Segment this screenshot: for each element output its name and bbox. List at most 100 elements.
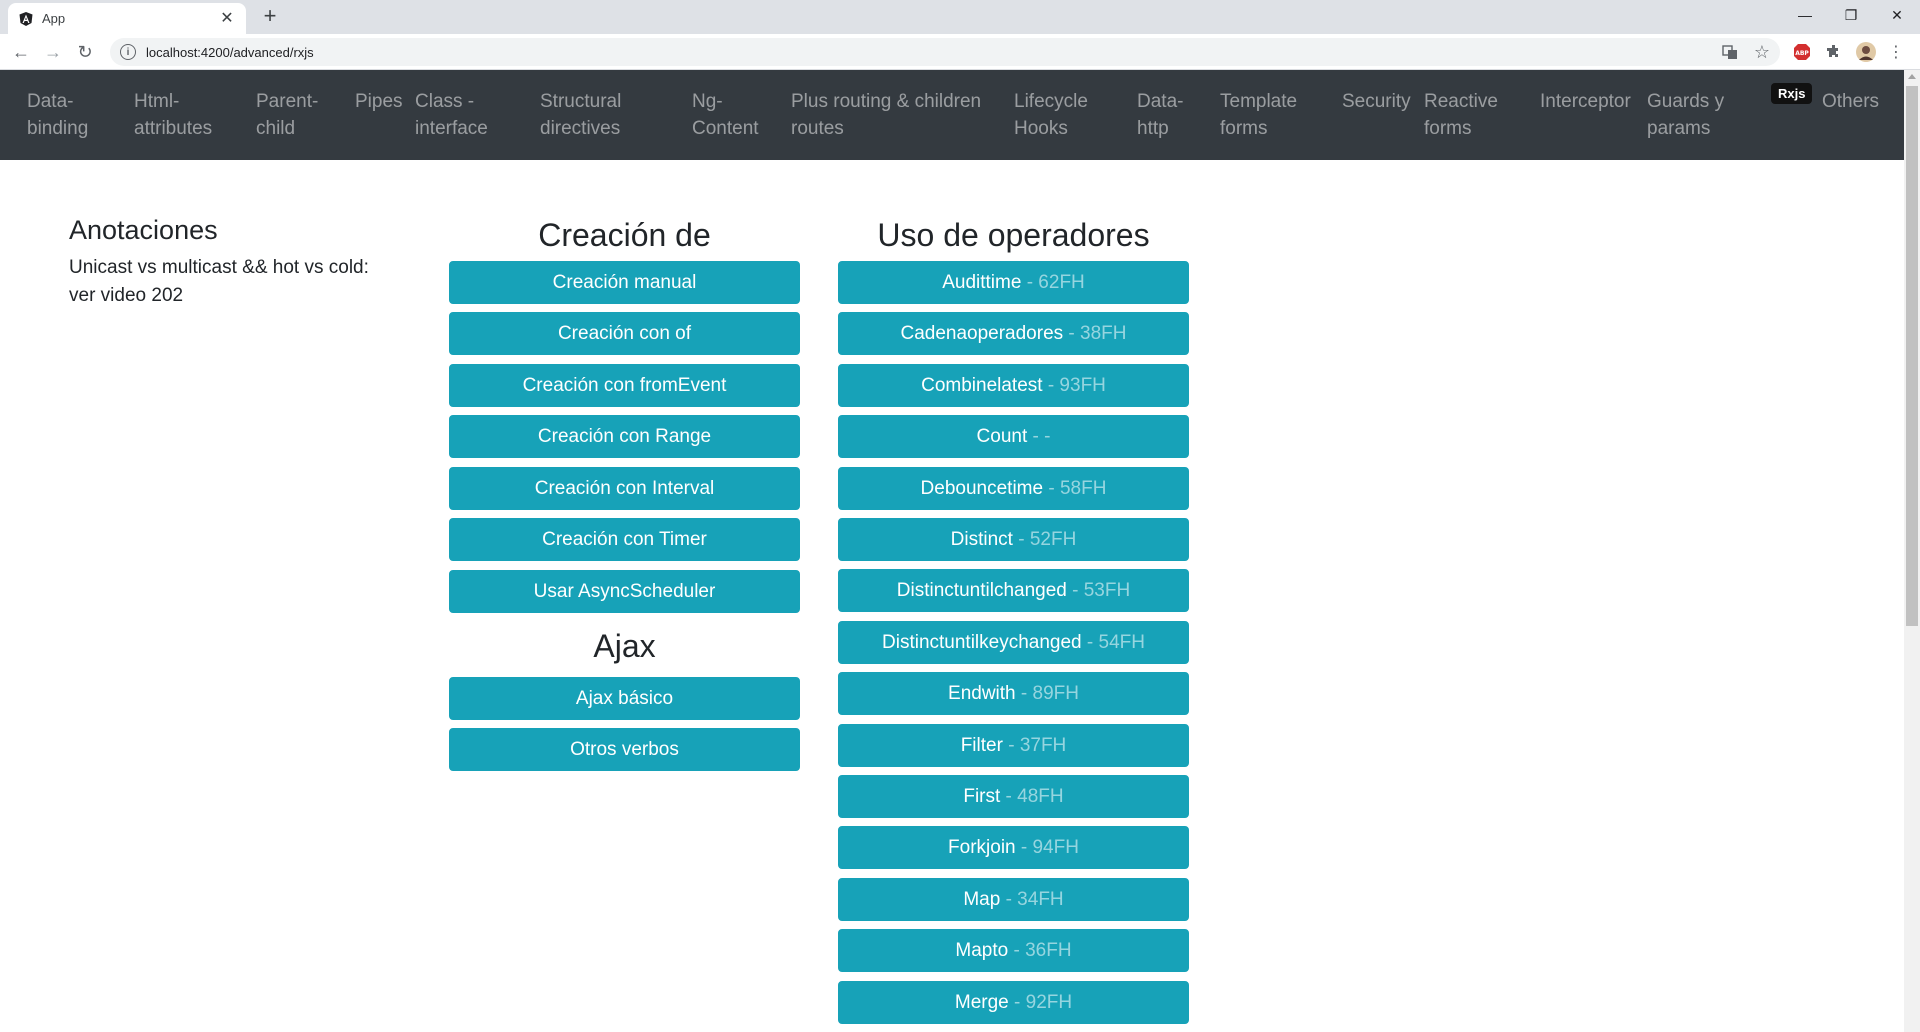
operator-code: - 62FH <box>1021 272 1085 293</box>
operator-code: - - <box>1027 426 1051 447</box>
operator-code: - 89FH <box>1015 683 1079 704</box>
operator-code: - 92FH <box>1008 992 1073 1013</box>
operator-button-merge[interactable]: Merge - 92FH <box>838 981 1189 1024</box>
browser-toolbar: ← → ↻ i localhost:4200/advanced/rxjs ☆ A… <box>0 34 1920 70</box>
nav-item-interceptor[interactable]: Interceptor <box>1540 88 1631 115</box>
nav-item-rxjs-active[interactable]: Rxjs <box>1771 83 1813 104</box>
operator-name: Count <box>976 426 1028 447</box>
operator-name: First <box>963 786 1001 807</box>
operator-code: - 38FH <box>1063 323 1127 344</box>
creacion-manual-button[interactable]: Creación manual <box>449 261 800 304</box>
operator-code: - 52FH <box>1012 529 1077 550</box>
operator-name: Merge <box>954 992 1009 1013</box>
new-tab-button[interactable]: + <box>258 5 282 29</box>
operator-code: - 48FH <box>1000 786 1064 807</box>
creacion-interval-button[interactable]: Creación con Interval <box>449 467 800 510</box>
operator-name: Distinct <box>950 529 1013 550</box>
close-icon[interactable]: ✕ <box>218 10 236 27</box>
nav-item-ng-content[interactable]: Ng- Content <box>692 88 759 142</box>
otros-verbos-button[interactable]: Otros verbos <box>449 728 800 771</box>
extensions-icon[interactable] <box>1822 40 1846 64</box>
annotations-panel: Anotaciones Unicast vs multicast && hot … <box>69 215 399 310</box>
nav-item-html-attributes[interactable]: Html- attributes <box>134 88 212 142</box>
operator-name: Distinctuntilchanged <box>896 580 1067 601</box>
operator-button-count[interactable]: Count - - <box>838 415 1189 458</box>
async-scheduler-button[interactable]: Usar AsyncScheduler <box>449 570 800 613</box>
operator-button-endwith[interactable]: Endwith - 89FH <box>838 672 1189 715</box>
operator-button-combinelatest[interactable]: Combinelatest - 93FH <box>838 364 1189 407</box>
minimize-icon[interactable]: — <box>1782 0 1828 30</box>
operator-name: Debouncetime <box>920 478 1044 499</box>
nav-item-template-forms[interactable]: Template forms <box>1220 88 1297 142</box>
close-window-icon[interactable]: ✕ <box>1874 0 1920 30</box>
ajax-section: Ajax Ajax básico Otros verbos <box>449 628 800 771</box>
creacion-timer-button[interactable]: Creación con Timer <box>449 518 800 561</box>
browser-tabstrip: App ✕ + — ❐ ✕ <box>0 0 1920 34</box>
operators-column: Uso de operadores Audittime - 62FH Cadena… <box>838 213 1189 1024</box>
creacion-range-button[interactable]: Creación con Range <box>449 415 800 458</box>
operator-code: - 93FH <box>1042 375 1106 396</box>
nav-item-parent-child[interactable]: Parent- child <box>256 88 318 142</box>
nav-item-guards-params[interactable]: Guards y params <box>1647 88 1724 142</box>
angular-icon <box>18 11 34 27</box>
operator-name: Map <box>963 889 1001 910</box>
operator-button-forkjoin[interactable]: Forkjoin - 94FH <box>838 826 1189 869</box>
operator-name: Endwith <box>948 683 1016 704</box>
nav-item-structural-directives[interactable]: Structural directives <box>540 88 621 142</box>
star-icon[interactable]: ☆ <box>1750 40 1774 64</box>
scroll-thumb[interactable] <box>1906 86 1918 626</box>
observables-column: Creación de observables Creación manual … <box>449 213 800 613</box>
operator-button-filter[interactable]: Filter - 37FH <box>838 724 1189 767</box>
reload-icon[interactable]: ↻ <box>72 39 98 65</box>
operator-name: Distinctuntilkeychanged <box>882 632 1082 653</box>
nav-item-others[interactable]: Others <box>1822 88 1879 115</box>
forward-icon[interactable]: → <box>40 39 66 65</box>
operator-code: - 94FH <box>1015 837 1079 858</box>
operator-button-distinct[interactable]: Distinct - 52FH <box>838 518 1189 561</box>
creacion-of-button[interactable]: Creación con of <box>449 312 800 355</box>
nav-item-security[interactable]: Security <box>1342 88 1411 115</box>
operator-code: - 36FH <box>1008 940 1072 961</box>
nav-item-pipes[interactable]: Pipes <box>355 88 403 115</box>
nav-item-data-http[interactable]: Data- http <box>1137 88 1183 142</box>
operator-button-map[interactable]: Map - 34FH <box>838 878 1189 921</box>
nav-item-class-interface[interactable]: Class - interface <box>415 88 488 142</box>
restore-icon[interactable]: ❐ <box>1828 0 1874 30</box>
url-text: localhost:4200/advanced/rxjs <box>146 44 314 60</box>
operator-name: Audittime <box>942 272 1022 293</box>
profile-avatar[interactable] <box>1854 40 1878 64</box>
back-icon[interactable]: ← <box>8 39 34 65</box>
operator-button-distinctuntilchanged[interactable]: Distinctuntilchanged - 53FH <box>838 569 1189 612</box>
creacion-fromevent-button[interactable]: Creación con fromEvent <box>449 364 800 407</box>
nav-item-lifecycle-hooks[interactable]: Lifecycle Hooks <box>1014 88 1088 142</box>
scroll-up-arrow-icon[interactable] <box>1908 74 1916 79</box>
operator-name: Combinelatest <box>921 375 1043 396</box>
svg-text:ABP: ABP <box>1795 50 1809 57</box>
menu-icon[interactable]: ⋮ <box>1886 40 1906 64</box>
operator-code: - 58FH <box>1043 478 1107 499</box>
nav-item-reactive-forms[interactable]: Reactive forms <box>1424 88 1498 142</box>
operators-title: Uso de operadores <box>877 217 1150 253</box>
operator-button-audittime[interactable]: Audittime - 62FH <box>838 261 1189 304</box>
info-icon[interactable]: i <box>120 44 136 60</box>
operator-name: Cadenaoperadores <box>900 323 1064 344</box>
operator-button-debouncetime[interactable]: Debouncetime - 58FH <box>838 467 1189 510</box>
nav-item-plus-routing[interactable]: Plus routing & children routes <box>791 88 981 142</box>
operator-code: - 53FH <box>1066 580 1131 601</box>
observables-title: Creación de observables <box>538 217 711 297</box>
operator-button-first[interactable]: First - 48FH <box>838 775 1189 818</box>
tab-title: App <box>42 11 66 26</box>
operator-button-cadenaoperadores[interactable]: Cadenaoperadores - 38FH <box>838 312 1189 355</box>
app-navbar: Data- binding Html- attributes Parent- c… <box>0 70 1904 160</box>
operator-button-distinctuntilkeychanged[interactable]: Distinctuntilkeychanged - 54FH <box>838 621 1189 664</box>
page-scrollbar[interactable] <box>1904 70 1920 1032</box>
nav-item-data-binding[interactable]: Data- binding <box>27 88 88 142</box>
browser-tab[interactable]: App ✕ <box>8 3 246 34</box>
adblock-icon[interactable]: ABP <box>1790 40 1814 64</box>
operator-code: - 37FH <box>1002 735 1067 756</box>
operator-name: Mapto <box>955 940 1009 961</box>
ajax-basico-button[interactable]: Ajax básico <box>449 677 800 720</box>
translate-icon[interactable] <box>1718 40 1742 64</box>
operator-button-mapto[interactable]: Mapto - 36FH <box>838 929 1189 972</box>
address-bar[interactable]: i localhost:4200/advanced/rxjs <box>110 38 1780 66</box>
